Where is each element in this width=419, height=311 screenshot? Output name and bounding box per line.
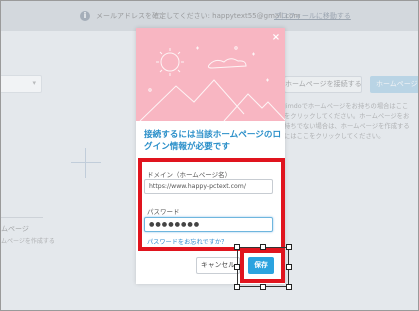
resize-handle[interactable] (286, 264, 292, 270)
resize-handle[interactable] (234, 284, 240, 290)
mountain-illustration (139, 46, 285, 121)
resize-handle[interactable] (234, 244, 240, 250)
hero-illustration: × (136, 28, 285, 121)
screenshot-frame: i メールアドレスを確定してください: happytext55@gmail.co… (0, 0, 419, 311)
resize-handle[interactable] (234, 264, 240, 270)
resize-handle[interactable] (260, 284, 266, 290)
resize-handle[interactable] (286, 284, 292, 290)
resize-handle[interactable] (286, 244, 292, 250)
form-highlight-box (138, 158, 285, 251)
resize-handle[interactable] (260, 244, 266, 250)
selection-frame (237, 247, 289, 287)
close-icon[interactable]: × (271, 33, 281, 43)
dialog-title: 接続するには当該ホームページのログイン情報が必要です (144, 130, 282, 152)
